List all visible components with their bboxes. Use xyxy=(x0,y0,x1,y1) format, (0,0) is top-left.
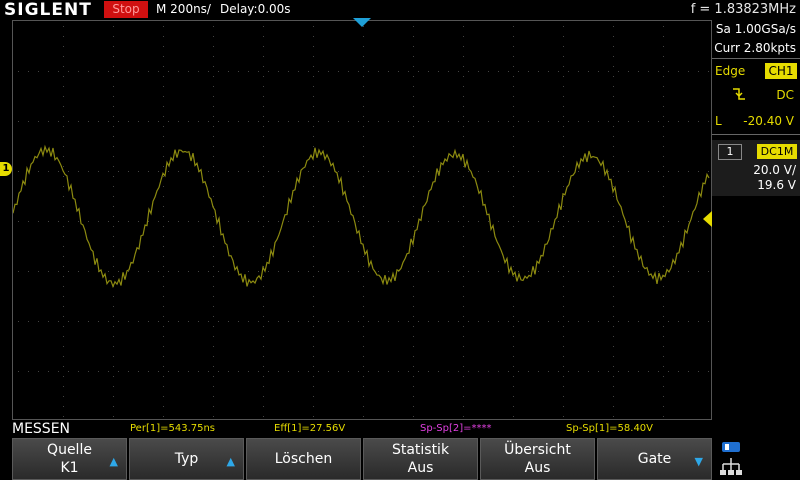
rising-edge-icon xyxy=(733,88,745,100)
channel-scale: 20.0 V/ xyxy=(753,163,796,177)
channel-number: 1 xyxy=(718,144,742,160)
trigger-level-label: L xyxy=(715,114,722,128)
menu-title: MESSEN xyxy=(12,421,71,437)
down-arrow-icon: ▼ xyxy=(694,455,703,468)
trigger-coupling: DC xyxy=(776,88,794,102)
measurement-bar: MESSEN Per[1]=543.75ns Eff[1]=27.56V Sp-… xyxy=(0,420,800,438)
usb-network-status-icon xyxy=(720,442,742,475)
top-status-bar: SIGLENT Stop M 200ns/ Delay:0.00s f = 1.… xyxy=(0,0,800,20)
channel1-trace xyxy=(13,144,710,289)
run-stop-status[interactable]: Stop xyxy=(104,1,148,18)
channel-coupling-badge: DC1M xyxy=(757,144,797,159)
trigger-type[interactable]: Edge xyxy=(715,64,745,78)
measurement-pkpk-ch1: Sp-Sp[1]=58.40V xyxy=(566,423,654,434)
softkey-menu: Quelle K1 ▲ Typ ▲ Löschen Statistik Aus … xyxy=(0,438,800,480)
up-arrow-icon: ▲ xyxy=(109,455,118,468)
trigger-position-marker-icon[interactable] xyxy=(353,18,371,27)
memory-depth: Curr 2.80kpts xyxy=(714,41,796,55)
softkey-source[interactable]: Quelle K1 ▲ xyxy=(12,438,127,480)
measurement-pkpk-ch2: Sp-Sp[2]=**** xyxy=(420,423,492,434)
trigger-level-value: -20.40 V xyxy=(743,114,794,128)
measurement-period: Per[1]=543.75ns xyxy=(130,423,216,434)
brand-logo: SIGLENT xyxy=(4,0,92,20)
softkey-type[interactable]: Typ ▲ xyxy=(129,438,244,480)
waveform-display[interactable] xyxy=(12,20,712,420)
measurement-rms: Eff[1]=27.56V xyxy=(274,423,346,434)
up-arrow-icon: ▲ xyxy=(226,455,235,468)
delay-readout[interactable]: Delay:0.00s xyxy=(220,1,291,18)
trigger-source-badge[interactable]: CH1 xyxy=(765,63,797,79)
trigger-level-marker-icon[interactable] xyxy=(703,211,712,227)
sample-rate: Sa 1.00GSa/s xyxy=(715,22,796,36)
info-side-panel: Sa 1.00GSa/s Curr 2.80kpts Edge CH1 DC L… xyxy=(712,20,800,420)
waveform-grid xyxy=(13,26,710,417)
timebase-readout[interactable]: M 200ns/ xyxy=(156,1,211,18)
frequency-counter: f = 1.83823MHz xyxy=(690,2,796,17)
channel-offset: 19.6 V xyxy=(757,178,796,192)
softkey-clear[interactable]: Löschen xyxy=(246,438,361,480)
channel1-offset-marker[interactable]: 1 xyxy=(0,162,12,176)
softkey-statistics[interactable]: Statistik Aus xyxy=(363,438,478,480)
softkey-gate[interactable]: Gate ▼ xyxy=(597,438,712,480)
softkey-overview[interactable]: Übersicht Aus xyxy=(480,438,595,480)
